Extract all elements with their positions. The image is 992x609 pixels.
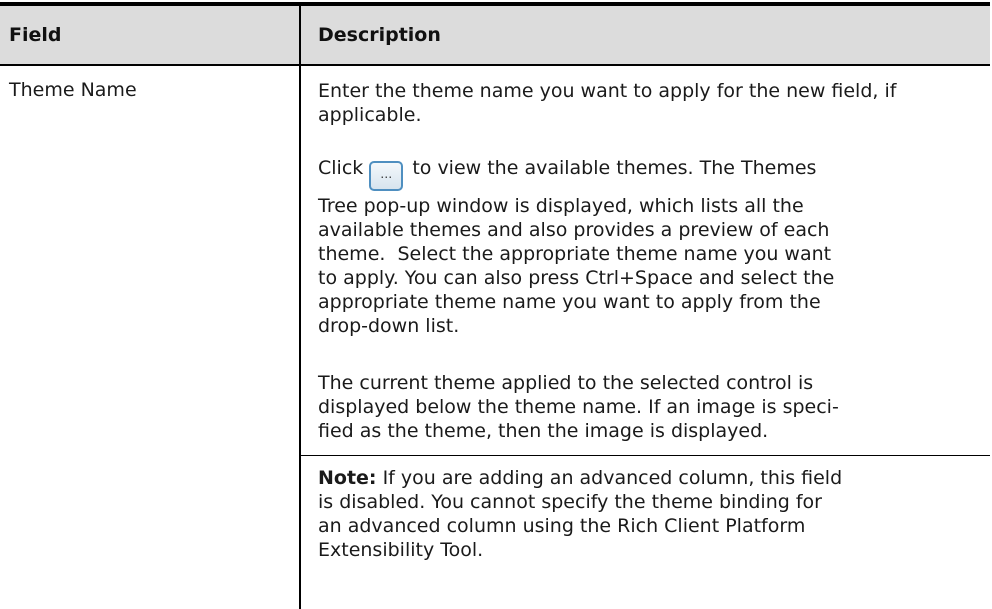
- para-2-line: drop-down list.: [318, 315, 460, 337]
- note-paragraph: Note: If you are adding an advanced colu…: [318, 456, 980, 562]
- table-row: Theme Name Enter the theme name you want…: [0, 66, 990, 609]
- click-text: Click: [318, 157, 364, 179]
- note-line: is disabled. You cannot specify the them…: [318, 491, 822, 513]
- para-2-line: appropriate theme name you want to apply…: [318, 291, 821, 313]
- para-2-line: to apply. You can also press Ctrl+Space …: [318, 267, 835, 289]
- header-field: Field: [0, 6, 301, 64]
- note-line-1: Note: If you are adding an advanced colu…: [318, 466, 980, 490]
- table-header-row: Field Description: [0, 6, 990, 66]
- para-3-line: fied as the theme, then the image is dis…: [318, 420, 769, 442]
- description-para-2: Click… to view the available themes. The…: [318, 156, 980, 338]
- field-name-cell: Theme Name: [0, 66, 301, 609]
- para-2-line: theme. Select the appropriate theme name…: [318, 243, 832, 265]
- note-first-line: If you are adding an advanced column, th…: [382, 467, 843, 489]
- header-description: Description: [318, 24, 441, 46]
- browse-themes-button-icon: …: [369, 161, 404, 191]
- para-2-line: Tree pop-up window is displayed, which l…: [318, 195, 804, 217]
- field-description-table: Field Description Theme Name Enter the t…: [0, 2, 990, 609]
- para-3-line: The current theme applied to the selecte…: [318, 372, 814, 394]
- description-para-3: The current theme applied to the selecte…: [318, 371, 980, 443]
- description-para-1: Enter the theme name you want to apply f…: [318, 80, 897, 126]
- description-cell: Enter the theme name you want to apply f…: [301, 66, 990, 609]
- para-2-line-1-rest: to view the available themes. The Themes: [412, 157, 817, 179]
- para-2-line-1: Click… to view the available themes. The…: [318, 156, 980, 194]
- para-2-line: available themes and also provides a pre…: [318, 219, 830, 241]
- note-line: an advanced column using the Rich Client…: [318, 515, 806, 537]
- note-label: Note:: [318, 467, 377, 489]
- note-line: Extensibility Tool.: [318, 539, 484, 561]
- para-3-line: displayed below the theme name. If an im…: [318, 396, 839, 418]
